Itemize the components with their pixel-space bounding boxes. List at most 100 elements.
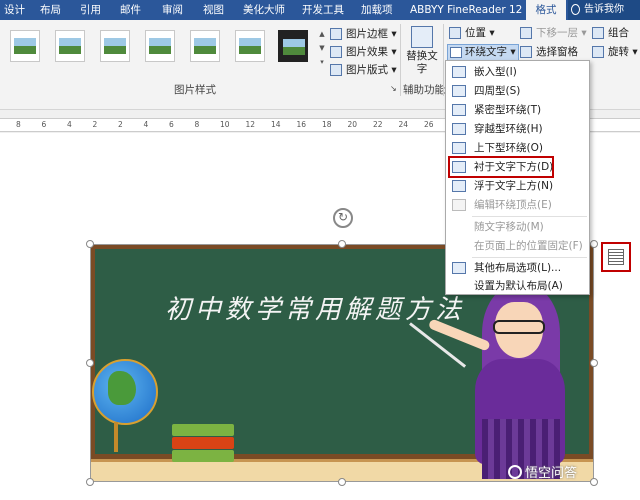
picture-style-thumb[interactable] [55,30,85,62]
menu-item-edit-wrap-points[interactable]: 编辑环绕顶点(E) [446,196,589,214]
group-separator [400,24,401,96]
layout-options-button[interactable] [601,242,631,272]
resize-handle[interactable] [86,478,94,486]
tab-layout[interactable]: 布局 [40,0,61,20]
ruler-tick-label: 6 [169,120,174,129]
menu-item-through[interactable]: 穿越型环绕(H) [446,120,589,138]
resize-handle[interactable] [338,240,346,248]
tab-beautify-master[interactable]: 美化大师 [243,0,285,20]
accessibility-group-label: 辅助功能 [403,84,445,96]
resize-handle[interactable] [86,359,94,367]
menu-separator [472,257,587,258]
menu-item-square[interactable]: 四周型(S) [446,82,589,100]
picture-style-thumb[interactable] [10,30,40,62]
gallery-scroll-down-icon[interactable]: ▼ [318,42,326,54]
rotate-button[interactable]: 旋转 ▾ [592,44,638,60]
picture-effects-label: 图片效果 [346,46,388,58]
position-button[interactable]: 位置 ▾ [449,25,495,41]
wrap-text-label: 环绕文字 [465,46,507,58]
menu-separator [472,216,587,217]
tab-addins[interactable]: 加载项 [361,0,393,20]
ruler-tick-label: 14 [271,120,281,129]
dialog-launcher-icon[interactable]: ↘ [390,84,397,93]
ruler-tick-label: 26 [424,120,434,129]
chalkboard-title: 初中数学常用解题方法 [165,295,466,325]
picture-style-thumb-selected[interactable] [278,30,308,62]
book [172,450,234,462]
picture-effects-button[interactable]: 图片效果 ▾ [330,44,397,60]
picture-layout-button[interactable]: 图片版式 ▾ [330,62,397,78]
tab-view[interactable]: 视图 [203,0,224,20]
tell-me-search[interactable]: 告诉我你 [568,0,640,20]
selection-pane-label: 选择窗格 [536,46,578,58]
resize-handle[interactable] [86,240,94,248]
menu-item-tight[interactable]: 紧密型环绕(T) [446,101,589,119]
wrap-text-button[interactable]: 环绕文字 ▾ [447,44,519,61]
picture-border-label: 图片边框 [346,28,388,40]
wrap-square-icon [452,85,466,97]
resize-handle[interactable] [338,478,346,486]
group-label: 组合 [608,27,629,39]
picture-border-button[interactable]: 图片边框 ▾ [330,26,397,42]
selection-pane-icon [520,46,532,58]
menu-item-in-front-of-text[interactable]: 浮于文字上方(N) [446,177,589,195]
ruler-tick-label: 20 [347,120,358,129]
group-icon [592,27,604,39]
tab-design[interactable]: 设计 [4,0,25,20]
position-icon [449,27,461,39]
alt-text-icon [411,26,433,48]
wrap-text-icon [450,47,462,58]
send-backward-icon [520,27,532,39]
menu-item-set-default-layout[interactable]: 设置为默认布局(A) [446,278,589,294]
picture-layout-icon [330,64,342,76]
resize-handle[interactable] [590,478,598,486]
ruler-tick-label: 2 [92,120,98,129]
gallery-more-icon[interactable]: ▾ [318,56,326,68]
picture-style-thumb[interactable] [190,30,220,62]
layout-options-icon [608,249,624,265]
watermark-text: 悟空问答 [525,466,578,481]
ruler-tick-label: 18 [322,120,332,129]
picture-style-thumb[interactable] [235,30,265,62]
wrap-inline-icon [452,66,466,78]
send-backward-button[interactable]: 下移一层 ▾ [520,25,587,41]
picture-style-thumb[interactable] [145,30,175,62]
menu-item-move-with-text[interactable]: 随文字移动(M) [446,218,589,236]
menu-item-fix-position[interactable]: 在页面上的位置固定(F) [446,237,589,255]
tab-format[interactable]: 格式 [526,0,566,20]
rotate-handle-icon[interactable]: ↻ [333,208,353,228]
more-layout-options-icon [452,262,466,274]
ribbon-tab-bar: 设计 布局 引用 邮件 审阅 视图 美化大师 开发工具 加载项 ABBYY Fi… [0,0,640,20]
resize-handle[interactable] [590,359,598,367]
rotate-icon [592,46,604,58]
edit-wrap-points-icon [452,199,466,211]
resize-handle[interactable] [590,240,598,248]
gallery-scroll-up-icon[interactable]: ▲ [318,28,326,40]
alt-text-label: 替换文字 [406,50,438,75]
picture-styles-group-label: 图片样式 [174,84,216,96]
alt-text-button[interactable]: 替换文字 [404,26,440,76]
ruler-tick-label: 2 [118,120,123,129]
selection-pane-button[interactable]: 选择窗格 [520,44,578,60]
ruler-tick-label: 8 [16,120,21,129]
menu-item-inline[interactable]: 嵌入型(I) [446,63,589,81]
tab-mailings[interactable]: 邮件 [120,0,141,20]
menu-item-top-bottom[interactable]: 上下型环绕(O) [446,139,589,157]
ruler-tick-label: 4 [67,120,72,129]
group-button[interactable]: 组合 [592,25,629,41]
rotate-label: 旋转 [608,46,629,58]
wrap-tight-icon [452,104,466,116]
tab-developer[interactable]: 开发工具 [302,0,344,20]
book [172,437,234,449]
teacher-glasses [493,320,545,334]
ruler-tick-label: 10 [220,120,230,129]
tab-abbyy-finereader[interactable]: ABBYY FineReader 12 [410,0,522,20]
menu-item-more-layout-options[interactable]: 其他布局选项(L)... [446,259,589,277]
tab-review[interactable]: 审阅 [162,0,183,20]
picture-style-thumb[interactable] [100,30,130,62]
book [172,424,234,436]
position-label: 位置 [465,27,486,39]
tab-references[interactable]: 引用 [80,0,101,20]
group-separator [443,24,444,96]
wrap-top-bottom-icon [452,142,466,154]
